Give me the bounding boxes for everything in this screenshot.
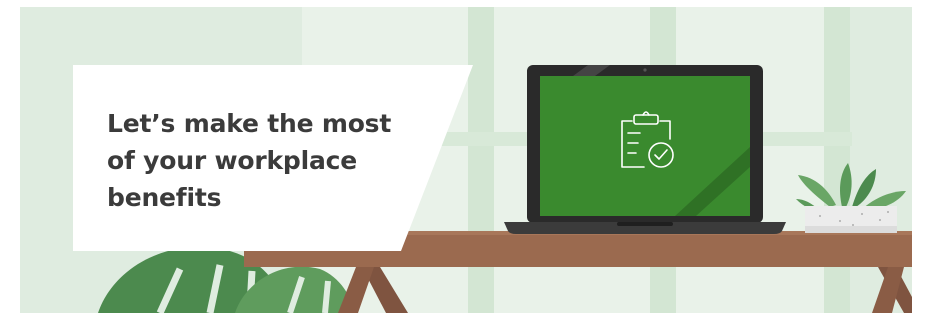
planter-speckle [879, 219, 881, 221]
planter-speckle [887, 211, 889, 213]
planter-shadow [805, 226, 897, 233]
planter-speckle [852, 224, 854, 226]
planter-speckle [819, 215, 821, 217]
webcam [643, 68, 647, 72]
page-title: Let’s make the most of your workplace be… [107, 109, 392, 212]
laptop [504, 65, 786, 234]
planter-speckle [839, 220, 841, 222]
laptop-notch [617, 222, 673, 226]
workplace-benefits-banner: Let’s make the most of your workplace be… [20, 7, 912, 313]
window-frame [824, 7, 850, 313]
window-frame [468, 7, 494, 313]
planter-speckle [861, 213, 863, 215]
